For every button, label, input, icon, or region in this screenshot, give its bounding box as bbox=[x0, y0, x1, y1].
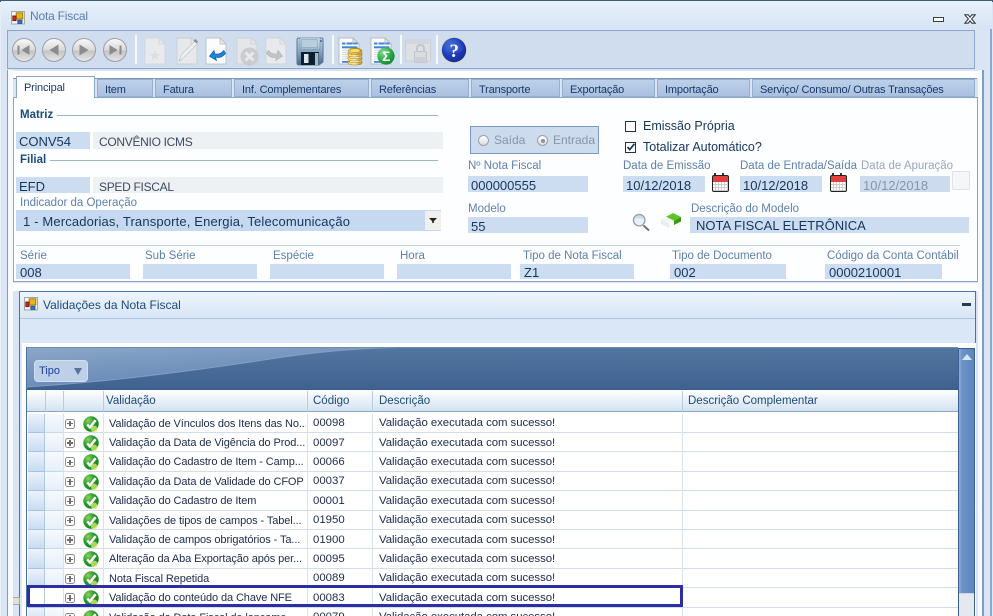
svg-text:?: ? bbox=[449, 41, 459, 62]
svg-text:Σ: Σ bbox=[382, 49, 390, 64]
